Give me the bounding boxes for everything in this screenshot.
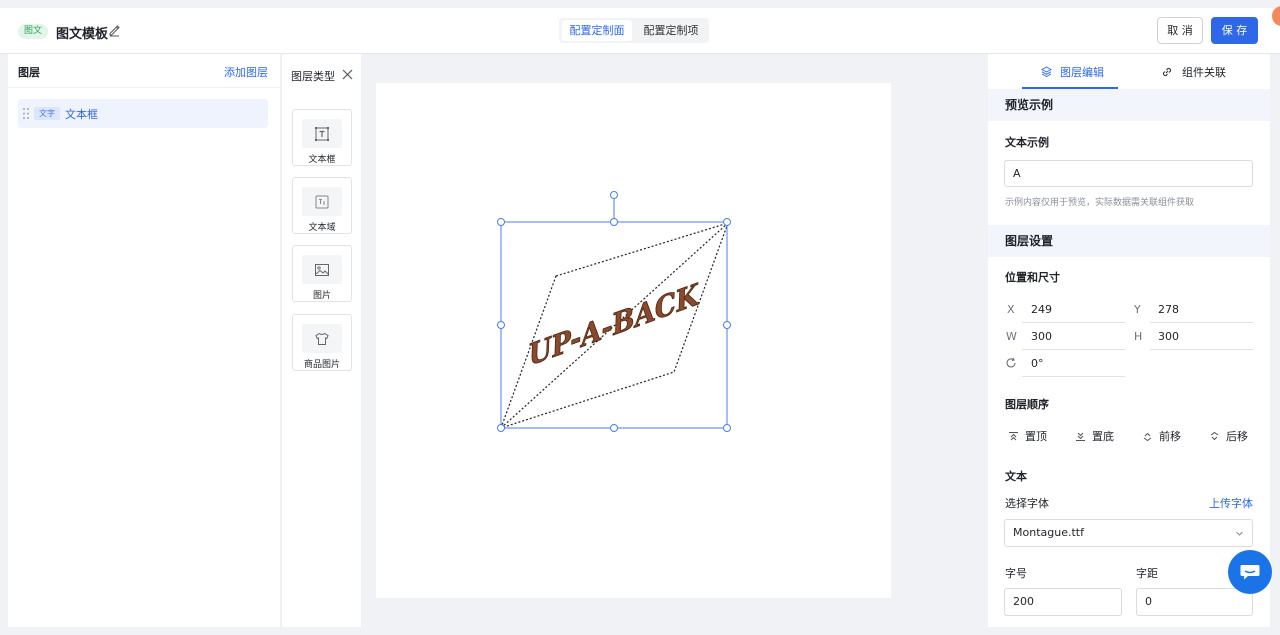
- order-label: 置底: [1092, 430, 1114, 443]
- move-forward-icon: [1143, 432, 1152, 441]
- tab-configure-surface[interactable]: 配置定制面: [562, 20, 632, 41]
- font-select[interactable]: Montague.ttf: [1004, 519, 1253, 547]
- edit-pencil-icon[interactable]: [107, 23, 121, 37]
- divider: [8, 87, 280, 88]
- resize-handle-bottom-right[interactable]: [723, 424, 731, 432]
- link-icon: [1162, 67, 1172, 77]
- layer-type-label: 文本域: [308, 223, 336, 233]
- layer-name: 文本框: [65, 108, 98, 121]
- tshirt-icon: [315, 332, 329, 345]
- order-label: 前移: [1159, 430, 1181, 443]
- layer-order-label: 图层顺序: [1005, 398, 1049, 411]
- design-canvas[interactable]: UP-A-BACK: [376, 83, 891, 598]
- font-select-label: 选择字体: [1005, 497, 1049, 510]
- order-label: 置顶: [1025, 430, 1047, 443]
- x-input[interactable]: 249: [1031, 303, 1052, 316]
- view-switch: 配置定制面 配置定制项: [559, 18, 709, 43]
- w-label: W: [1006, 330, 1017, 343]
- y-label: Y: [1134, 303, 1141, 316]
- layer-type-product-image[interactable]: 商品图片: [292, 314, 352, 371]
- layer-type-label: 图片: [312, 291, 331, 301]
- upload-font-link[interactable]: 上传字体: [1209, 495, 1253, 511]
- drag-handle-icon[interactable]: [22, 107, 30, 120]
- tab-configure-items[interactable]: 配置定制项: [637, 20, 705, 41]
- move-backward-icon: [1210, 431, 1219, 440]
- y-input[interactable]: 278: [1158, 303, 1179, 316]
- move-backward-button[interactable]: 后移: [1209, 428, 1248, 444]
- layers-icon: [1041, 66, 1052, 77]
- cancel-button[interactable]: 取 消: [1157, 17, 1203, 44]
- font-size-label: 字号: [1005, 567, 1027, 580]
- bring-to-front-icon: [1009, 431, 1018, 440]
- resize-handle-right[interactable]: [723, 321, 731, 329]
- text-section-label: 文本: [1005, 470, 1027, 483]
- send-to-back-button[interactable]: 置底: [1075, 428, 1114, 444]
- text-area-icon: [315, 195, 329, 208]
- add-layer-link[interactable]: 添加图层: [224, 64, 268, 80]
- section-preview: 预览示例: [988, 89, 1270, 121]
- layer-type-image[interactable]: 图片: [292, 245, 352, 302]
- chat-bubble-icon: [1240, 565, 1260, 580]
- layer-type-text-area[interactable]: 文本域: [292, 177, 352, 234]
- chat-support-button[interactable]: [1228, 550, 1272, 594]
- text-box-icon: [315, 126, 329, 141]
- letter-spacing-input[interactable]: 0: [1136, 588, 1253, 616]
- font-select-value: Montague.ttf: [1013, 526, 1084, 539]
- resize-handle-top-left[interactable]: [497, 218, 505, 226]
- resize-handle-left[interactable]: [497, 321, 505, 329]
- layer-item[interactable]: 文字 文本框: [18, 99, 268, 128]
- send-to-back-icon: [1076, 432, 1085, 441]
- sample-text-label: 文本示例: [1005, 136, 1049, 149]
- template-type-tag: 图文: [18, 24, 49, 39]
- position-size-label: 位置和尺寸: [1005, 271, 1060, 284]
- rotation-input[interactable]: 0°: [1031, 357, 1044, 370]
- image-icon: [315, 263, 329, 276]
- sample-text-input[interactable]: A: [1004, 160, 1253, 187]
- h-label: H: [1134, 330, 1143, 343]
- resize-handle-top-right[interactable]: [723, 218, 731, 226]
- rotate-handle[interactable]: [610, 191, 618, 199]
- layers-title: 图层: [18, 66, 40, 79]
- chevron-down-icon: [1236, 531, 1243, 536]
- layer-type-tag: 文字: [34, 107, 60, 120]
- tab-component-link[interactable]: 组件关联: [1182, 64, 1226, 80]
- tab-layer-edit[interactable]: 图层编辑: [1060, 64, 1104, 80]
- save-button[interactable]: 保 存: [1211, 17, 1258, 44]
- section-layer-settings: 图层设置: [988, 225, 1270, 257]
- bring-to-front-button[interactable]: 置顶: [1008, 428, 1047, 444]
- sample-hint: 示例内容仅用于预览，实际数据需关联组件获取: [1005, 198, 1195, 208]
- canvas-stage: UP-A-BACK: [497, 191, 731, 432]
- move-forward-button[interactable]: 前移: [1142, 428, 1181, 444]
- properties-panel: 图层编辑 组件关联 预览示例 文本示例 A 示例内容仅用于预览，实际数据需关联组…: [988, 54, 1270, 627]
- order-label: 后移: [1226, 430, 1248, 443]
- layer-type-text-box[interactable]: 文本框: [292, 109, 352, 166]
- letter-spacing-label: 字距: [1136, 567, 1158, 580]
- font-size-input[interactable]: 200: [1004, 588, 1122, 616]
- layer-type-label: 文本框: [308, 155, 336, 165]
- resize-handle-top[interactable]: [610, 218, 618, 226]
- x-label: X: [1007, 303, 1015, 316]
- top-bar: 图文 图文模板 配置定制面 配置定制项 取 消 保 存: [0, 8, 1280, 54]
- resize-handle-bottom[interactable]: [610, 424, 618, 432]
- layer-types-title: 图层类型: [291, 70, 335, 83]
- close-icon[interactable]: [342, 69, 353, 80]
- resize-handle-bottom-left[interactable]: [497, 424, 505, 432]
- rotate-icon: [1006, 357, 1016, 368]
- layer-type-label: 商品图片: [303, 360, 340, 370]
- page-title: 图文模板: [56, 27, 109, 42]
- layer-types-panel: 图层类型 文本框 文本域 图片 商品图片: [281, 54, 361, 627]
- canvas-sample-text[interactable]: UP-A-BACK: [526, 276, 703, 373]
- layers-panel: 图层 添加图层 文字 文本框: [8, 54, 280, 627]
- h-input[interactable]: 300: [1158, 330, 1179, 343]
- w-input[interactable]: 300: [1031, 330, 1052, 343]
